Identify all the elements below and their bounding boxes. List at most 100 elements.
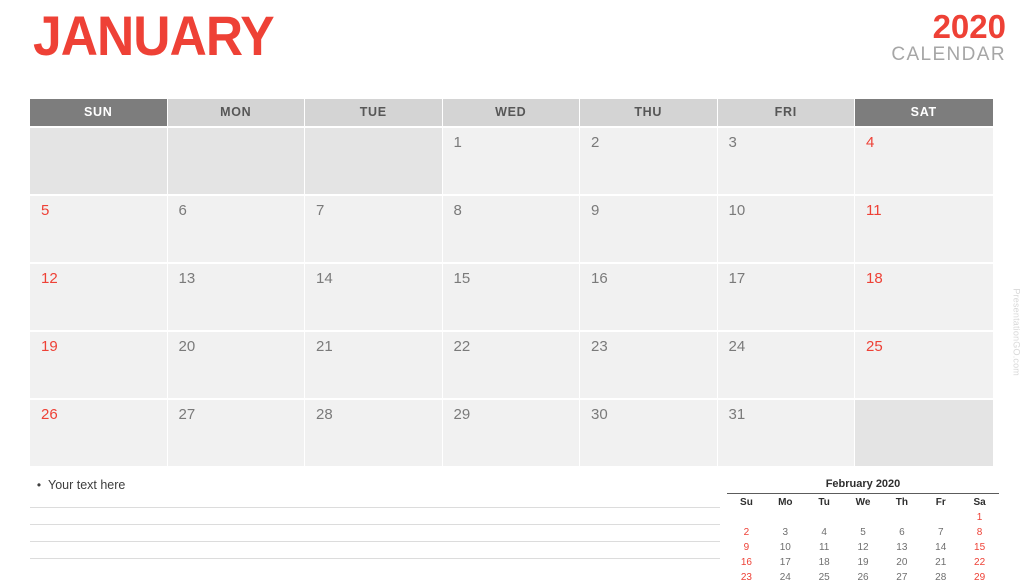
- day-number: 18: [866, 269, 883, 287]
- mini-day-28[interactable]: 28: [921, 570, 960, 585]
- day-cell-26[interactable]: 26: [30, 399, 168, 466]
- day-cell-19[interactable]: 19: [30, 331, 168, 398]
- day-cell-31[interactable]: 31: [717, 399, 855, 466]
- day-cell-23[interactable]: 23: [580, 331, 718, 398]
- day-cell-6[interactable]: 6: [167, 195, 305, 262]
- mini-day-7[interactable]: 7: [921, 525, 960, 540]
- mini-week-row: 1: [727, 510, 999, 525]
- notes-placeholder-text[interactable]: Your text here: [48, 478, 125, 492]
- day-number: 11: [866, 201, 882, 219]
- mini-day-13[interactable]: 13: [882, 540, 921, 555]
- day-cell-1[interactable]: 1: [442, 127, 580, 194]
- day-cell-9[interactable]: 9: [580, 195, 718, 262]
- weekday-header-tue: TUE: [305, 99, 443, 126]
- mini-day-header-sa: Sa: [973, 497, 986, 508]
- week-row: 19 20 21 22 23 24 25: [30, 331, 995, 398]
- mini-day-23[interactable]: 23: [727, 570, 766, 585]
- day-number: 7: [316, 201, 325, 219]
- day-cell-27[interactable]: 27: [167, 399, 305, 466]
- day-number: 25: [866, 337, 883, 355]
- day-cell-16[interactable]: 16: [580, 263, 718, 330]
- mini-day-22[interactable]: 22: [960, 555, 999, 570]
- mini-day-empty: [921, 510, 960, 525]
- day-cell-5[interactable]: 5: [30, 195, 168, 262]
- mini-day-4[interactable]: 4: [805, 525, 844, 540]
- mini-day-19[interactable]: 19: [844, 555, 883, 570]
- mini-day-11[interactable]: 11: [805, 540, 844, 555]
- day-number: 19: [41, 337, 58, 355]
- mini-day-header-we: We: [855, 497, 871, 508]
- day-cell-8[interactable]: 8: [442, 195, 580, 262]
- mini-calendar-header-row: Su Mo Tu We Th Fr Sa: [727, 494, 999, 510]
- mini-day-1[interactable]: 1: [960, 510, 999, 525]
- weekday-header-sun: SUN: [30, 99, 168, 126]
- note-line[interactable]: [30, 558, 720, 559]
- mini-day-17[interactable]: 17: [766, 555, 805, 570]
- month-title: JANUARY: [33, 4, 275, 67]
- day-cell-12[interactable]: 12: [30, 263, 168, 330]
- day-cell-10[interactable]: 10: [717, 195, 855, 262]
- mini-day-21[interactable]: 21: [921, 555, 960, 570]
- mini-day-9[interactable]: 9: [727, 540, 766, 555]
- day-cell-21[interactable]: 21: [305, 331, 443, 398]
- mini-day-empty: [844, 510, 883, 525]
- mini-day-27[interactable]: 27: [882, 570, 921, 585]
- mini-day-6[interactable]: 6: [882, 525, 921, 540]
- day-number: 2: [591, 133, 600, 151]
- day-number: 21: [316, 337, 333, 355]
- mini-day-20[interactable]: 20: [882, 555, 921, 570]
- day-cell-17[interactable]: 17: [717, 263, 855, 330]
- notes-bullet-row[interactable]: • Your text here: [30, 478, 720, 500]
- mini-day-25[interactable]: 25: [805, 570, 844, 585]
- day-number: 4: [866, 133, 875, 151]
- mini-calendar: February 2020 Su Mo Tu We Th Fr Sa 1 2 3 4 5 6 7 8 9 10…: [727, 477, 999, 585]
- mini-day-29[interactable]: 29: [960, 570, 999, 585]
- day-cell-3[interactable]: 3: [717, 127, 855, 194]
- mini-day-12[interactable]: 12: [844, 540, 883, 555]
- mini-day-24[interactable]: 24: [766, 570, 805, 585]
- day-cell-29[interactable]: 29: [442, 399, 580, 466]
- day-number: 12: [41, 269, 58, 287]
- day-cell-22[interactable]: 22: [442, 331, 580, 398]
- note-line-gap: [30, 542, 720, 558]
- day-cell-25[interactable]: 25: [855, 331, 993, 398]
- day-cell-11[interactable]: 11: [855, 195, 993, 262]
- mini-day-14[interactable]: 14: [921, 540, 960, 555]
- day-cell-18[interactable]: 18: [855, 263, 993, 330]
- mini-week-row: 9 10 11 12 13 14 15: [727, 540, 999, 555]
- day-number: 10: [728, 201, 746, 219]
- day-number: 8: [453, 201, 462, 219]
- day-cell-20[interactable]: 20: [167, 331, 305, 398]
- mini-week-row: 2345678: [727, 525, 999, 540]
- mini-day-10[interactable]: 10: [766, 540, 805, 555]
- day-number: 20: [178, 337, 196, 355]
- mini-day-empty: [805, 510, 844, 525]
- weekday-header-fri: FRI: [717, 99, 855, 126]
- day-cell-empty: [855, 399, 993, 466]
- day-cell-24[interactable]: 24: [717, 331, 855, 398]
- mini-day-8[interactable]: 8: [960, 525, 999, 540]
- week-row: 1 2 3 4: [30, 127, 995, 194]
- mini-day-15[interactable]: 15: [960, 540, 999, 555]
- note-line-gap: [30, 508, 720, 524]
- day-cell-4[interactable]: 4: [855, 127, 993, 194]
- mini-day-3[interactable]: 3: [766, 525, 805, 540]
- day-cell-empty: [305, 127, 443, 194]
- day-number: 27: [178, 405, 196, 423]
- bullet-icon: •: [36, 478, 42, 492]
- mini-day-2[interactable]: 2: [727, 525, 766, 540]
- day-cell-7[interactable]: 7: [305, 195, 443, 262]
- day-number: 14: [316, 269, 333, 287]
- day-cell-2[interactable]: 2: [580, 127, 718, 194]
- notes-lines-container: [30, 500, 720, 559]
- mini-day-empty: [766, 510, 805, 525]
- day-cell-28[interactable]: 28: [305, 399, 443, 466]
- mini-day-18[interactable]: 18: [805, 555, 844, 570]
- day-cell-13[interactable]: 13: [167, 263, 305, 330]
- day-cell-15[interactable]: 15: [442, 263, 580, 330]
- mini-day-5[interactable]: 5: [844, 525, 883, 540]
- day-cell-14[interactable]: 14: [305, 263, 443, 330]
- mini-day-26[interactable]: 26: [844, 570, 883, 585]
- mini-day-16[interactable]: 16: [727, 555, 766, 570]
- day-cell-30[interactable]: 30: [580, 399, 718, 466]
